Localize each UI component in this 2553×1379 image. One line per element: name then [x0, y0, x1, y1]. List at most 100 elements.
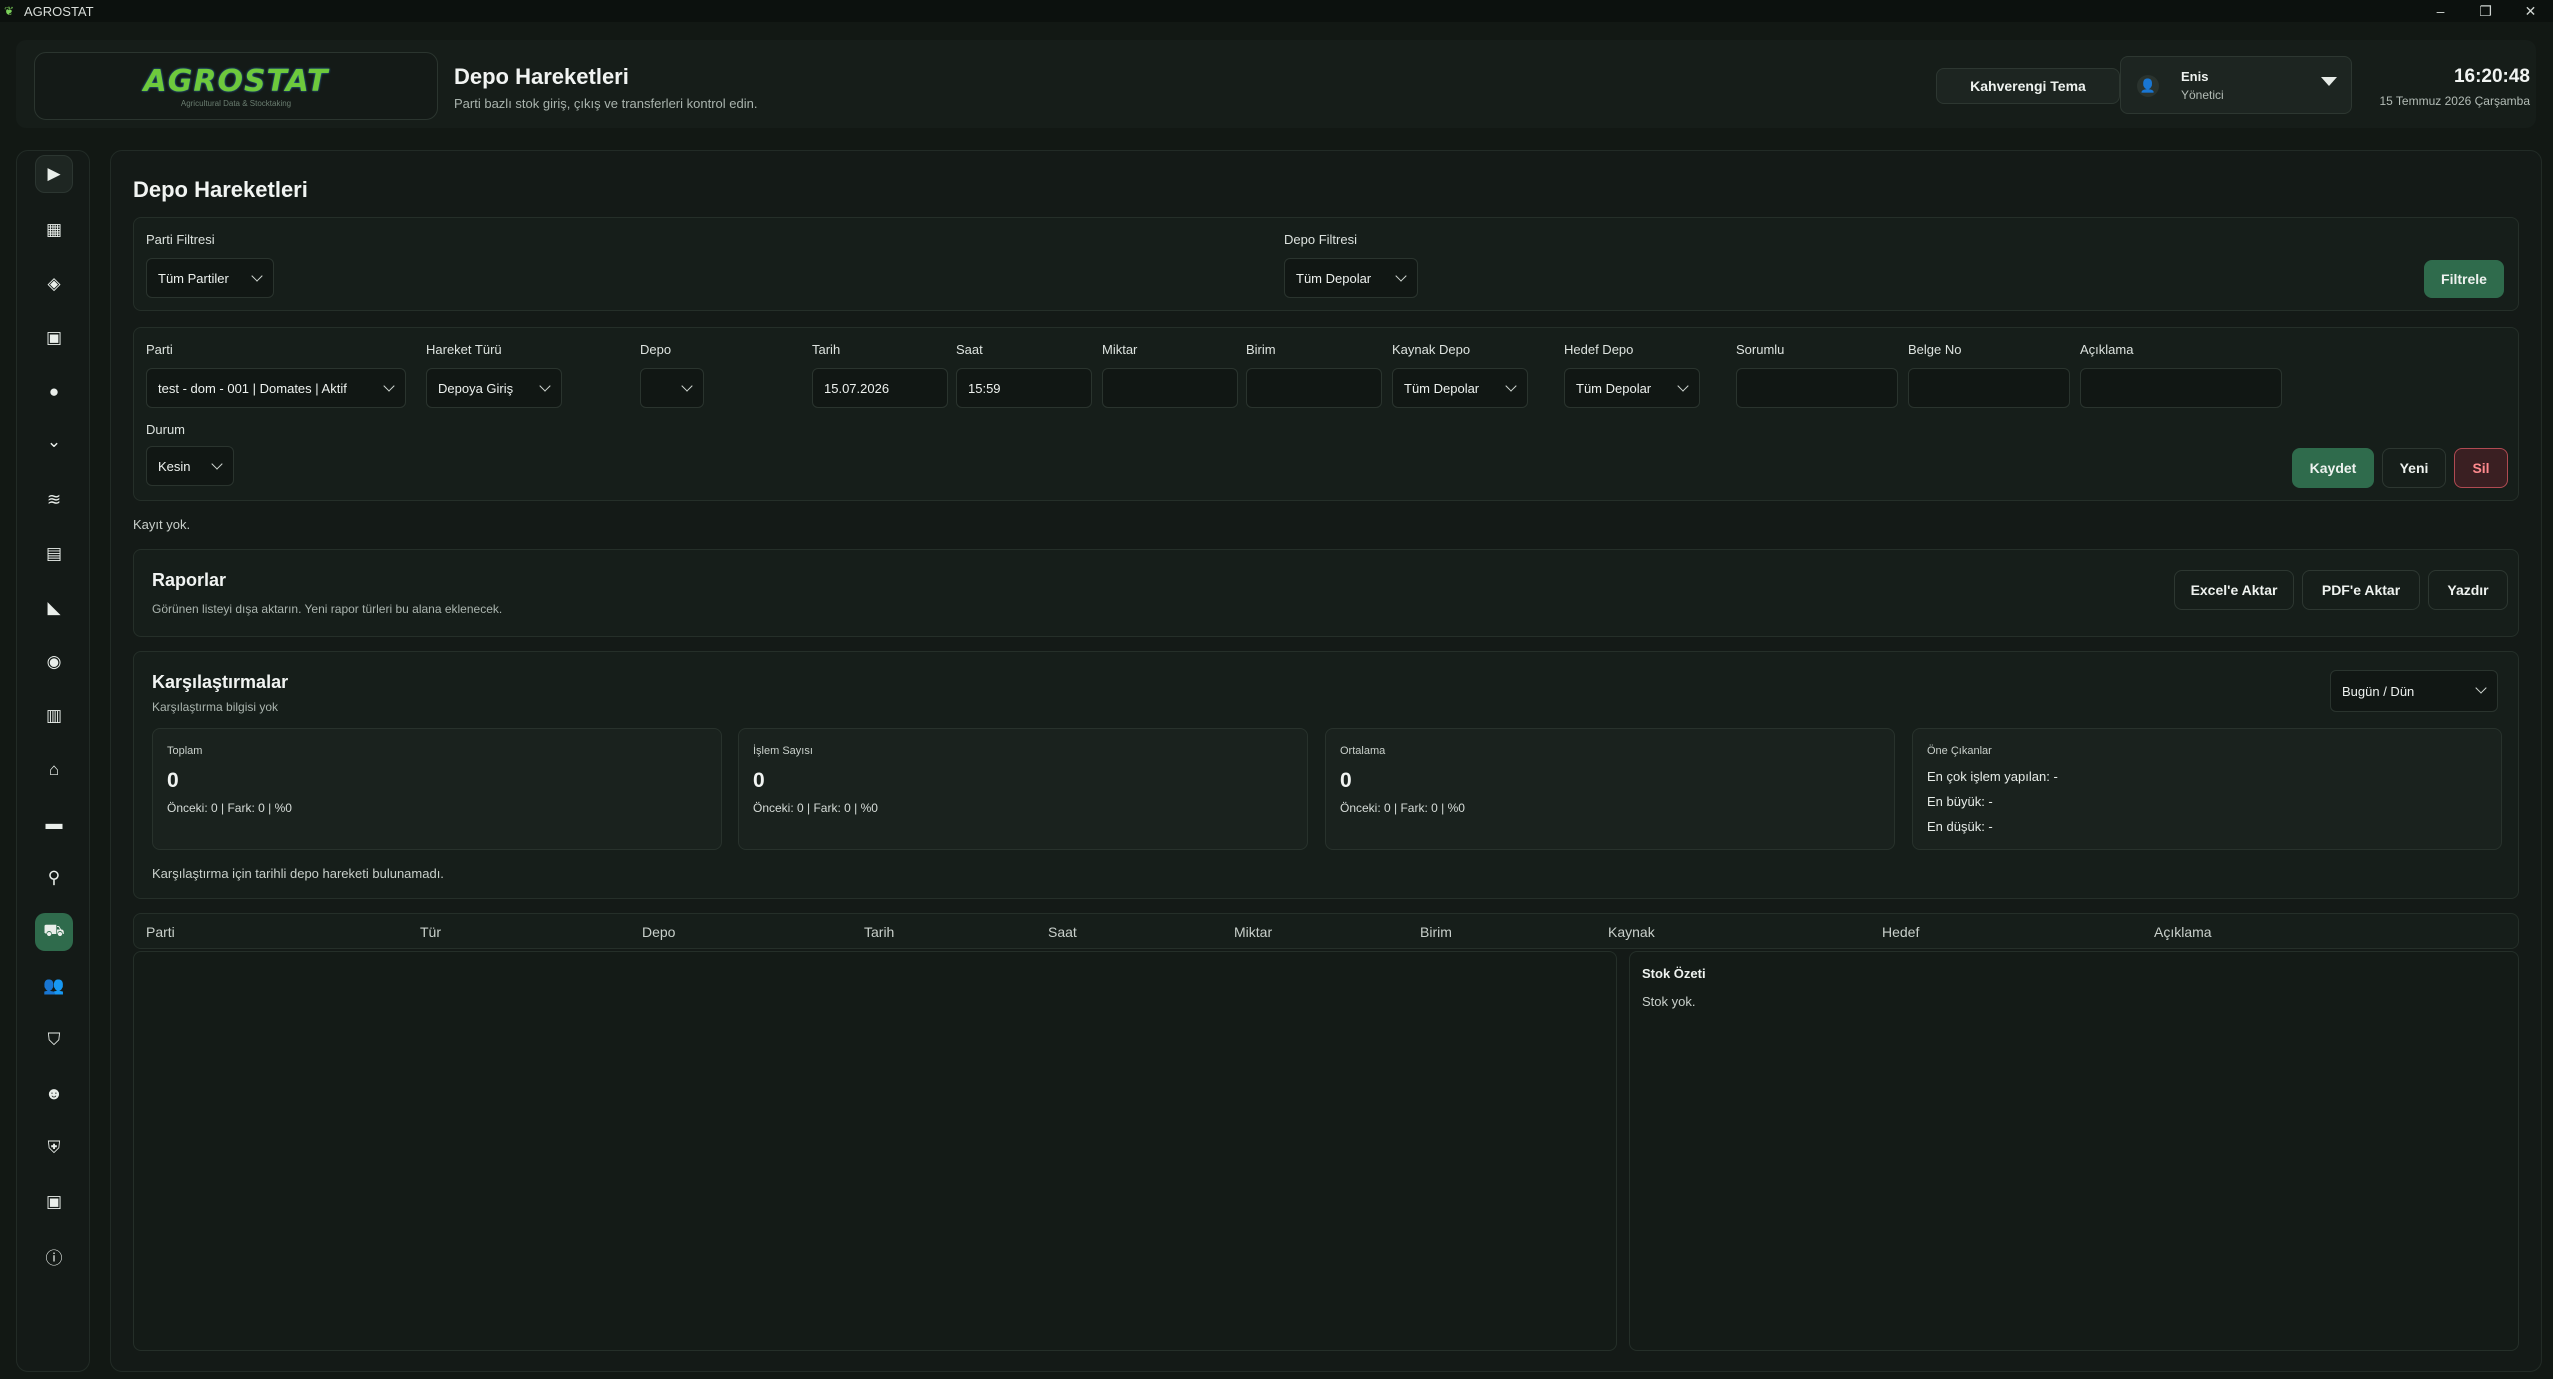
cart-icon: ⛉: [47, 1030, 61, 1049]
export-pdf-button[interactable]: PDF'e Aktar: [2302, 570, 2420, 610]
column-header[interactable]: Depo: [642, 924, 675, 940]
period-select[interactable]: Bugün / Dün: [2330, 670, 2498, 712]
parti-filter-label: Parti Filtresi: [146, 232, 215, 247]
hareket-label: Hareket Türü: [426, 342, 502, 357]
column-header[interactable]: Birim: [1420, 924, 1452, 940]
chevron-down-icon: [1677, 380, 1689, 392]
filter-panel: Parti Filtresi Tüm Partiler Depo Filtres…: [133, 217, 2519, 311]
sidebar-item-backup[interactable]: ▣: [35, 1183, 73, 1221]
movements-table-body[interactable]: [133, 951, 1617, 1351]
theme-button[interactable]: Kahverengi Tema: [1936, 68, 2120, 104]
column-header[interactable]: Parti: [146, 924, 175, 940]
column-header[interactable]: Tür: [420, 924, 441, 940]
sidebar-item-dashboard[interactable]: ▦: [35, 211, 73, 249]
kaynak-value: Tüm Depolar: [1404, 380, 1480, 396]
chevron-right-icon: ▶: [47, 164, 61, 183]
tarih-value: 15.07.2026: [824, 380, 890, 396]
belge-input[interactable]: [1908, 368, 2070, 408]
sidebar-item-products[interactable]: ◉: [35, 643, 73, 681]
minimize-button[interactable]: –: [2418, 0, 2463, 22]
kaynak-select[interactable]: Tüm Depolar: [1392, 368, 1528, 408]
document-icon: ▤: [45, 544, 63, 563]
reports-panel: Raporlar Görünen listeyi dışa aktarın. Y…: [133, 549, 2519, 637]
parti-filter-select[interactable]: Tüm Partiler: [146, 258, 274, 298]
sidebar-item-calendar[interactable]: ▥: [35, 697, 73, 735]
delete-button[interactable]: Sil: [2454, 448, 2508, 488]
sidebar-item-location[interactable]: ●: [35, 373, 73, 411]
depo-filter-select[interactable]: Tüm Depolar: [1284, 258, 1418, 298]
hedef-value: Tüm Depolar: [1576, 380, 1652, 396]
user-icon: 👤: [2137, 75, 2159, 97]
saat-input[interactable]: 15:59: [956, 368, 1092, 408]
sidebar-item-about[interactable]: ⓘ: [35, 1237, 73, 1275]
depo-select[interactable]: [640, 368, 704, 408]
stock-summary-empty: Stok yok.: [1642, 994, 1696, 1009]
stat-card-count: İşlem Sayısı 0 Önceki: 0 | Fark: 0 | %0: [738, 728, 1308, 850]
filter-button[interactable]: Filtrele: [2424, 260, 2504, 298]
truck-icon: ⛟: [43, 921, 65, 940]
tarih-input[interactable]: 15.07.2026: [812, 368, 948, 408]
belge-label: Belge No: [1908, 342, 1962, 357]
sorumlu-input[interactable]: [1736, 368, 1898, 408]
column-header[interactable]: Saat: [1048, 924, 1077, 940]
stat-title: Toplam: [167, 745, 203, 757]
highlights-title: Öne Çıkanlar: [1927, 745, 1992, 757]
column-header[interactable]: Kaynak: [1608, 924, 1655, 940]
brand-logo[interactable]: AGROSTAT Agricultural Data & Stocktaking: [34, 52, 438, 120]
durum-value: Kesin: [158, 458, 191, 474]
box-icon: ◉: [46, 652, 62, 671]
sidebar-item-charts[interactable]: ◣: [35, 589, 73, 627]
stock-summary-panel: Stok Özeti Stok yok.: [1629, 951, 2519, 1351]
chevron-down-icon: [383, 380, 395, 392]
sidebar-item-customers[interactable]: ☻: [35, 1075, 73, 1113]
durum-select[interactable]: Kesin: [146, 446, 234, 486]
miktar-input[interactable]: [1102, 368, 1238, 408]
column-header[interactable]: Açıklama: [2154, 924, 2212, 940]
sidebar-item-layers[interactable]: ◈: [35, 265, 73, 303]
chevron-down-icon: [1505, 380, 1517, 392]
export-excel-button[interactable]: Excel'e Aktar: [2174, 570, 2294, 610]
sidebar-item-expand[interactable]: ⌄: [35, 423, 73, 461]
highlight-largest: En büyük: -: [1927, 794, 1993, 809]
sidebar-item-inventory[interactable]: ▣: [35, 319, 73, 357]
restore-button[interactable]: ❐: [2463, 0, 2508, 22]
aciklama-label: Açıklama: [2080, 342, 2134, 357]
page-subtitle: Parti bazlı stok giriş, çıkış ve transfe…: [454, 96, 758, 111]
sidebar-item-pin[interactable]: ⚲: [35, 859, 73, 897]
movement-form: Parti test - dom - 001 | Domates | Aktif…: [133, 327, 2519, 501]
column-header[interactable]: Tarih: [864, 924, 894, 940]
stat-card-average: Ortalama 0 Önceki: 0 | Fark: 0 | %0: [1325, 728, 1895, 850]
sidebar-item-folder[interactable]: ▬: [35, 805, 73, 843]
empty-records-note: Kayıt yok.: [133, 517, 191, 532]
close-button[interactable]: ✕: [2508, 0, 2553, 22]
app-logo-icon: ❦: [4, 4, 15, 18]
sidebar-item-stack[interactable]: ≋: [35, 481, 73, 519]
user-menu[interactable]: 👤 Enis Yönetici: [2120, 56, 2352, 114]
birim-label: Birim: [1246, 342, 1276, 357]
chevron-down-icon: ⌄: [46, 432, 62, 451]
saat-value: 15:59: [968, 380, 1001, 396]
column-header[interactable]: Hedef: [1882, 924, 1919, 940]
sidebar-item-security[interactable]: ⛨: [35, 1129, 73, 1167]
print-button[interactable]: Yazdır: [2428, 570, 2508, 610]
sidebar-item-users[interactable]: 👥: [35, 967, 73, 1005]
new-button[interactable]: Yeni: [2382, 448, 2446, 488]
column-header[interactable]: Miktar: [1234, 924, 1272, 940]
durum-label: Durum: [146, 422, 186, 437]
depo-filter-label: Depo Filtresi: [1284, 232, 1357, 247]
sidebar-item-warehouse-movements[interactable]: ⛟: [35, 913, 73, 951]
aciklama-input[interactable]: [2080, 368, 2282, 408]
hareket-select[interactable]: Depoya Giriş: [426, 368, 562, 408]
hedef-select[interactable]: Tüm Depolar: [1564, 368, 1700, 408]
sidebar-toggle-button[interactable]: ▶: [35, 155, 73, 193]
sidebar-item-warehouse[interactable]: ⌂: [35, 751, 73, 789]
birim-input[interactable]: [1246, 368, 1382, 408]
layers-icon: ◈: [47, 274, 61, 293]
highlight-smallest: En düşük: -: [1927, 819, 1993, 834]
parti-select[interactable]: test - dom - 001 | Domates | Aktif: [146, 368, 406, 408]
save-button[interactable]: Kaydet: [2292, 448, 2374, 488]
period-value: Bugün / Dün: [2342, 683, 2415, 699]
sidebar-item-documents[interactable]: ▤: [35, 535, 73, 573]
location-pin-icon: ●: [48, 382, 60, 401]
sidebar-item-sales[interactable]: ⛉: [35, 1021, 73, 1059]
